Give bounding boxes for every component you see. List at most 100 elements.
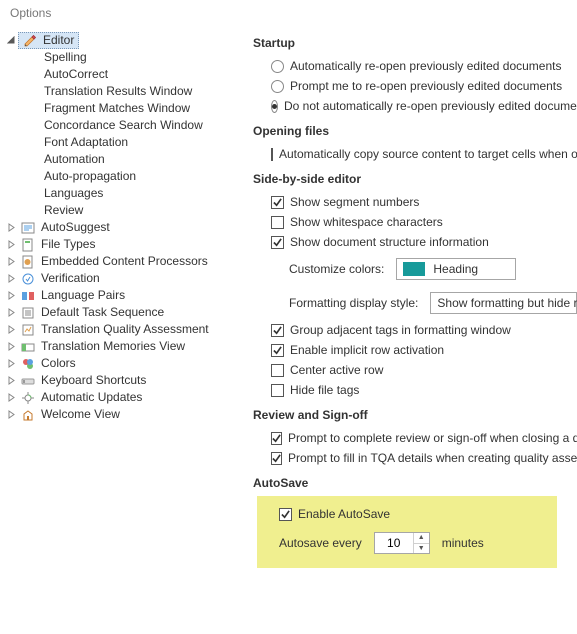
collapse-icon[interactable] [6, 35, 17, 46]
expand-icon[interactable] [6, 392, 17, 403]
checkbox-icon [271, 236, 284, 249]
checkbox-icon [271, 364, 284, 377]
autosave-value-input[interactable] [375, 533, 413, 553]
tree-label-editor: Editor [41, 32, 76, 49]
tree-node-editor[interactable]: Editor [6, 32, 243, 49]
node-icon [20, 339, 36, 355]
tree-node[interactable]: Default Task Sequence [6, 304, 243, 321]
chk-center-row[interactable]: Center active row [253, 360, 577, 380]
spinner-down-icon[interactable]: ▼ [414, 544, 429, 554]
tree-node-editor-child[interactable]: Fragment Matches Window [20, 100, 243, 117]
radio-icon [271, 100, 278, 113]
tree-node[interactable]: Translation Memories View [6, 338, 243, 355]
expand-icon[interactable] [6, 273, 17, 284]
heading-autosave: AutoSave [253, 476, 577, 490]
tree-node-editor-child[interactable]: Concordance Search Window [20, 117, 243, 134]
tree-label: Welcome View [39, 406, 122, 423]
node-icon [20, 373, 36, 389]
expand-icon[interactable] [6, 409, 17, 420]
tree-node[interactable]: Language Pairs [6, 287, 243, 304]
tree-node-editor-child[interactable]: Auto-propagation [20, 168, 243, 185]
node-icon [20, 407, 36, 423]
node-icon [20, 305, 36, 321]
tree-node[interactable]: Embedded Content Processors [6, 253, 243, 270]
node-icon [20, 288, 36, 304]
expand-icon[interactable] [6, 222, 17, 233]
node-icon [20, 271, 36, 287]
content-area: Editor SpellingAutoCorrectTranslation Re… [0, 24, 577, 632]
chk-hide-file-tags[interactable]: Hide file tags [253, 380, 577, 400]
radio-prompt-reopen[interactable]: Prompt me to re-open previously edited d… [253, 76, 577, 96]
tree-node-editor-child[interactable]: Review [20, 202, 243, 219]
tree-node-editor-child[interactable]: Spelling [20, 49, 243, 66]
chk-group-tags[interactable]: Group adjacent tags in formatting window [253, 320, 577, 340]
expand-icon[interactable] [6, 307, 17, 318]
expand-icon[interactable] [6, 290, 17, 301]
node-icon [20, 254, 36, 270]
heading-sbs: Side-by-side editor [253, 172, 577, 186]
chk-enable-autosave[interactable]: Enable AutoSave [269, 504, 545, 524]
tree-node-editor-child[interactable]: Automation [20, 151, 243, 168]
tree-node[interactable]: File Types [6, 236, 243, 253]
tree-node-editor-child[interactable]: AutoCorrect [20, 66, 243, 83]
tree-label: Language Pairs [39, 287, 127, 304]
tree-label: Languages [42, 185, 105, 202]
tree-label: Automation [42, 151, 107, 168]
chk-auto-copy[interactable]: Automatically copy source content to tar… [253, 144, 577, 164]
node-icon [20, 220, 36, 236]
tree-node-editor-child[interactable]: Font Adaptation [20, 134, 243, 151]
autosave-spinner[interactable]: ▲ ▼ [374, 532, 430, 554]
chk-prompt-tqa[interactable]: Prompt to fill in TQA details when creat… [253, 448, 577, 468]
window-title: Options [0, 0, 577, 24]
spinner-buttons[interactable]: ▲ ▼ [413, 533, 429, 553]
tree-label: Auto-propagation [42, 168, 138, 185]
tree-node[interactable]: Keyboard Shortcuts [6, 372, 243, 389]
tree-node-editor-child[interactable]: Languages [20, 185, 243, 202]
tree-label: Spelling [42, 49, 89, 66]
tree-label: Translation Quality Assessment [39, 321, 211, 338]
settings-pane: Startup Automatically re-open previously… [243, 24, 577, 632]
tree-node[interactable]: AutoSuggest [6, 219, 243, 236]
expand-icon[interactable] [6, 358, 17, 369]
tree-node[interactable]: Automatic Updates [6, 389, 243, 406]
tree-label: Fragment Matches Window [42, 100, 192, 117]
spinner-up-icon[interactable]: ▲ [414, 533, 429, 544]
tree-node[interactable]: Verification [6, 270, 243, 287]
expand-icon[interactable] [6, 341, 17, 352]
tree-node[interactable]: Welcome View [6, 406, 243, 423]
expand-icon[interactable] [6, 375, 17, 386]
row-formatting-style: Formatting display style: Show formattin… [253, 286, 577, 320]
tree-label: Colors [39, 355, 78, 372]
heading-opening: Opening files [253, 124, 577, 138]
row-customize-colors: Customize colors: Heading [253, 252, 577, 286]
checkbox-icon [271, 432, 282, 445]
chk-whitespace[interactable]: Show whitespace characters [253, 212, 577, 232]
tree-node[interactable]: Colors [6, 355, 243, 372]
combo-formatting[interactable]: Show formatting but hide recognized tags [430, 292, 577, 314]
node-icon [20, 356, 36, 372]
options-tree: Editor SpellingAutoCorrectTranslation Re… [0, 24, 243, 632]
tree-node-editor-child[interactable]: Translation Results Window [20, 83, 243, 100]
color-swatch-icon [403, 262, 425, 276]
node-icon [20, 237, 36, 253]
expand-icon[interactable] [6, 256, 17, 267]
row-autosave-every: Autosave every ▲ ▼ minutes [269, 524, 545, 554]
radio-no-reopen[interactable]: Do not automatically re-open previously … [253, 96, 577, 116]
radio-auto-reopen[interactable]: Automatically re-open previously edited … [253, 56, 577, 76]
combo-colors[interactable]: Heading [396, 258, 516, 280]
checkbox-icon [279, 508, 292, 521]
radio-icon [271, 60, 284, 73]
expand-icon[interactable] [6, 324, 17, 335]
heading-review: Review and Sign-off [253, 408, 577, 422]
tree-label: Default Task Sequence [39, 304, 166, 321]
chk-segment-numbers[interactable]: Show segment numbers [253, 192, 577, 212]
tree-node[interactable]: Translation Quality Assessment [6, 321, 243, 338]
tree-label: Concordance Search Window [42, 117, 205, 134]
tree-label: AutoSuggest [39, 219, 112, 236]
chk-implicit-row[interactable]: Enable implicit row activation [253, 340, 577, 360]
chk-doc-structure[interactable]: Show document structure information [253, 232, 577, 252]
chk-prompt-complete[interactable]: Prompt to complete review or sign-off wh… [253, 428, 577, 448]
checkbox-icon [271, 452, 282, 465]
checkbox-icon [271, 384, 284, 397]
expand-icon[interactable] [6, 239, 17, 250]
